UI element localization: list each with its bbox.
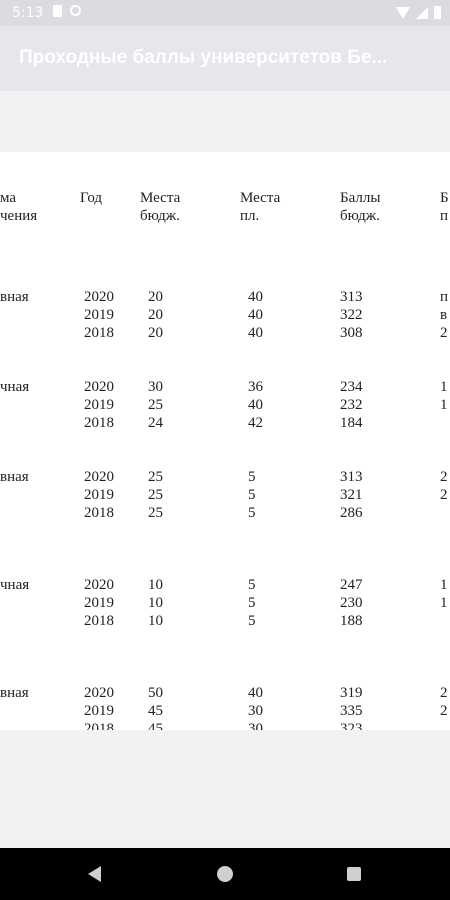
- status-bar: 5:13: [0, 0, 450, 26]
- table-cell: чная: [0, 379, 30, 395]
- table-cell: 2020 2019 2018: [84, 379, 114, 431]
- back-icon[interactable]: [88, 866, 101, 882]
- table-cell: 40 30 30: [248, 685, 263, 730]
- table-cell: 313 321 286: [340, 469, 363, 521]
- table-cell: 2020 2019 2018: [84, 289, 114, 341]
- table-cell: 30 25 24: [148, 379, 163, 431]
- table-cell: 50 45 45: [148, 685, 163, 730]
- signal-icon: [416, 6, 428, 19]
- table-cell: вная: [0, 685, 29, 701]
- table-header-cell: Места пл.: [240, 190, 281, 224]
- table-cell: 313 322 308: [340, 289, 363, 341]
- table-cell: 234 232 184: [340, 379, 363, 431]
- table-cell: чная: [0, 577, 30, 593]
- table-cell: 5 5 5: [248, 469, 256, 521]
- table-cell: 2020 2019 2018: [84, 469, 114, 521]
- table-cell: 5 5 5: [248, 577, 256, 629]
- table-cell: 2 2: [440, 469, 448, 503]
- app-title: Проходные баллы университетов Бе...: [19, 47, 388, 68]
- scores-table[interactable]: ма чения Год Места бюдж. Места пл. Баллы бюд…: [0, 152, 450, 730]
- table-cell: 25 25 25: [148, 469, 163, 521]
- sd-card-icon: [53, 5, 62, 17]
- battery-icon: [434, 6, 441, 19]
- table-cell: 2020 2019 2018: [84, 685, 114, 730]
- status-time: 5:13: [12, 5, 44, 21]
- table-cell: 36 40 42: [248, 379, 263, 431]
- table-header-cell: Баллы бюдж.: [340, 190, 381, 224]
- table-cell: 2 2: [440, 685, 448, 719]
- table-cell: п в 2: [440, 289, 449, 341]
- app-bar: Проходные баллы университетов Бе...: [0, 26, 450, 91]
- navigation-bar: [0, 848, 450, 900]
- table-header-cell: Год: [80, 190, 103, 206]
- table-cell: 247 230 188: [340, 577, 363, 629]
- table-cell: 1 1: [440, 577, 448, 611]
- sync-icon: [70, 5, 81, 16]
- table-cell: 319 335 323: [340, 685, 363, 730]
- table-cell: 20 20 20: [148, 289, 163, 341]
- recent-apps-icon[interactable]: [347, 867, 361, 881]
- table-header-cell: ма чения: [0, 190, 38, 224]
- table-header-cell: Места бюдж.: [140, 190, 181, 224]
- wifi-icon: [396, 6, 410, 19]
- home-icon[interactable]: [217, 866, 233, 882]
- table-cell: вная: [0, 469, 29, 485]
- table-cell: 40 40 40: [248, 289, 263, 341]
- table-cell: 2020 2019 2018: [84, 577, 114, 629]
- table-cell: 1 1: [440, 379, 448, 413]
- table-cell: вная: [0, 289, 29, 305]
- table-header-cell: Б п: [440, 190, 449, 224]
- table-cell: 10 10 10: [148, 577, 163, 629]
